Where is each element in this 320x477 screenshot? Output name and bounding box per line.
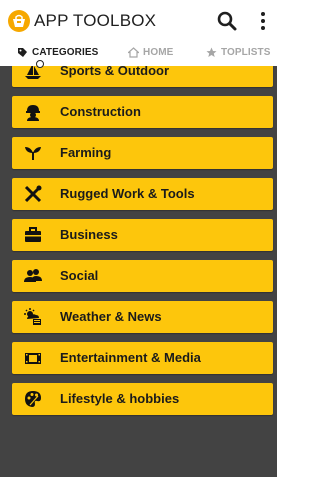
tab-categories[interactable]: CATEGORIES (17, 39, 98, 65)
category-label: Rugged Work & Tools (60, 186, 195, 201)
category-label: Entertainment & Media (60, 350, 201, 365)
tab-label: HOME (143, 46, 174, 58)
tab-home[interactable]: HOME (128, 39, 173, 65)
tag-icon (18, 47, 27, 57)
category-label: Lifestyle & hobbies (60, 391, 180, 406)
star-icon (206, 47, 217, 57)
category-lifestyle-hobbies[interactable]: Lifestyle & hobbies (12, 383, 273, 415)
film-icon (25, 353, 41, 364)
category-construction[interactable]: Construction (12, 96, 273, 128)
app-title: APP TOOLBOX (34, 11, 157, 30)
tab-label: TOPLISTS (221, 46, 271, 58)
category-social[interactable]: Social (12, 260, 273, 292)
hard-hat-worker-icon (26, 105, 40, 121)
category-business[interactable]: Business (12, 219, 273, 251)
category-label: Weather & News (60, 309, 162, 324)
weather-news-icon (24, 308, 41, 325)
category-label: Social (60, 268, 99, 283)
category-list: Sports & Outdoor Construction Farming Ru… (0, 50, 277, 477)
category-label: Farming (60, 145, 112, 160)
home-icon (128, 46, 139, 58)
category-farming[interactable]: Farming (12, 137, 273, 169)
category-entertainment-media[interactable]: Entertainment & Media (12, 342, 273, 374)
sprout-icon (25, 147, 41, 160)
briefcase-icon (25, 227, 41, 242)
more-vert-icon[interactable] (256, 10, 270, 32)
category-label: Construction (60, 104, 141, 119)
app-bar: APP TOOLBOX CATEGORIES HOME TOPLISTS (0, 0, 277, 66)
tab-label: CATEGORIES (32, 46, 99, 58)
search-icon[interactable] (216, 10, 238, 32)
tools-icon (24, 185, 42, 203)
tab-toplists[interactable]: TOPLISTS (206, 39, 271, 65)
palette-icon (25, 391, 41, 407)
active-tab-indicator (36, 60, 44, 68)
app-logo-icon (8, 10, 30, 32)
category-label: Business (60, 227, 118, 242)
category-weather-news[interactable]: Weather & News (12, 301, 273, 333)
people-icon (24, 269, 42, 282)
category-rugged-work-tools[interactable]: Rugged Work & Tools (12, 178, 273, 210)
